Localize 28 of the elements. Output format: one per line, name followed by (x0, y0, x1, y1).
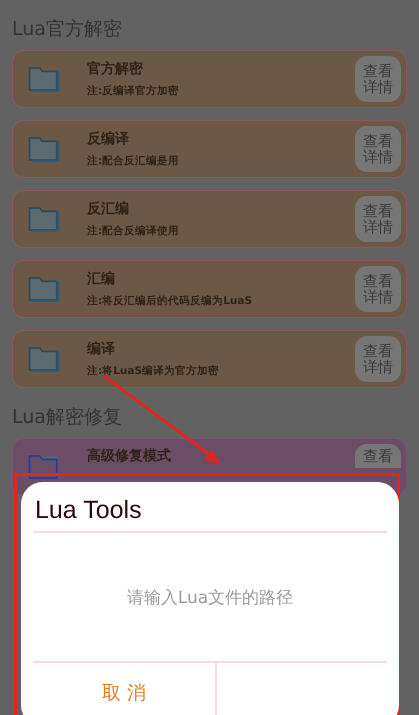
tool-card[interactable]: 反编译 注:配合反汇编是用 查看详情 (12, 120, 407, 178)
tool-card[interactable]: 编译 注:将LuaS编译为官方加密 查看详情 (12, 330, 407, 388)
details-button[interactable]: 查看详情 (355, 56, 401, 102)
folder-icon (27, 344, 61, 374)
folder-icon (27, 64, 61, 94)
card-title: 编译 (87, 340, 116, 358)
folder-icon (27, 274, 61, 304)
details-button[interactable]: 查看详情 (355, 336, 401, 382)
details-button[interactable]: 查看详情 (355, 266, 401, 312)
card-title: 高级修复模式 (87, 447, 172, 465)
details-button[interactable]: 查看详情 (355, 196, 401, 242)
card-note: 注:将反汇编后的代码反编为LuaS (87, 294, 254, 308)
card-note: 注:配合反编译使用 (87, 224, 180, 238)
folder-icon (27, 204, 61, 234)
dialog-title: Lua Tools (33, 482, 387, 533)
card-title: 反编译 (87, 130, 130, 148)
details-button[interactable]: 查看 (355, 444, 401, 468)
tool-card[interactable]: 反汇编 注:配合反编译使用 查看详情 (12, 190, 407, 248)
folder-icon (27, 134, 61, 164)
details-button[interactable]: 查看详情 (355, 126, 401, 172)
tool-card[interactable]: 官方解密 注:反编译官方加密 查看详情 (12, 50, 407, 108)
card-title: 反汇编 (87, 200, 130, 218)
card-note: 注:反编译官方加密 (87, 84, 180, 98)
card-note: 注:将LuaS编译为官方加密 (87, 364, 220, 378)
card-title: 官方解密 (87, 60, 144, 78)
card-title: 汇编 (87, 270, 116, 288)
card-note: 注:配合反汇编是用 (87, 154, 180, 168)
tool-card[interactable]: 汇编 注:将反汇编后的代码反编为LuaS 查看详情 (12, 260, 407, 318)
